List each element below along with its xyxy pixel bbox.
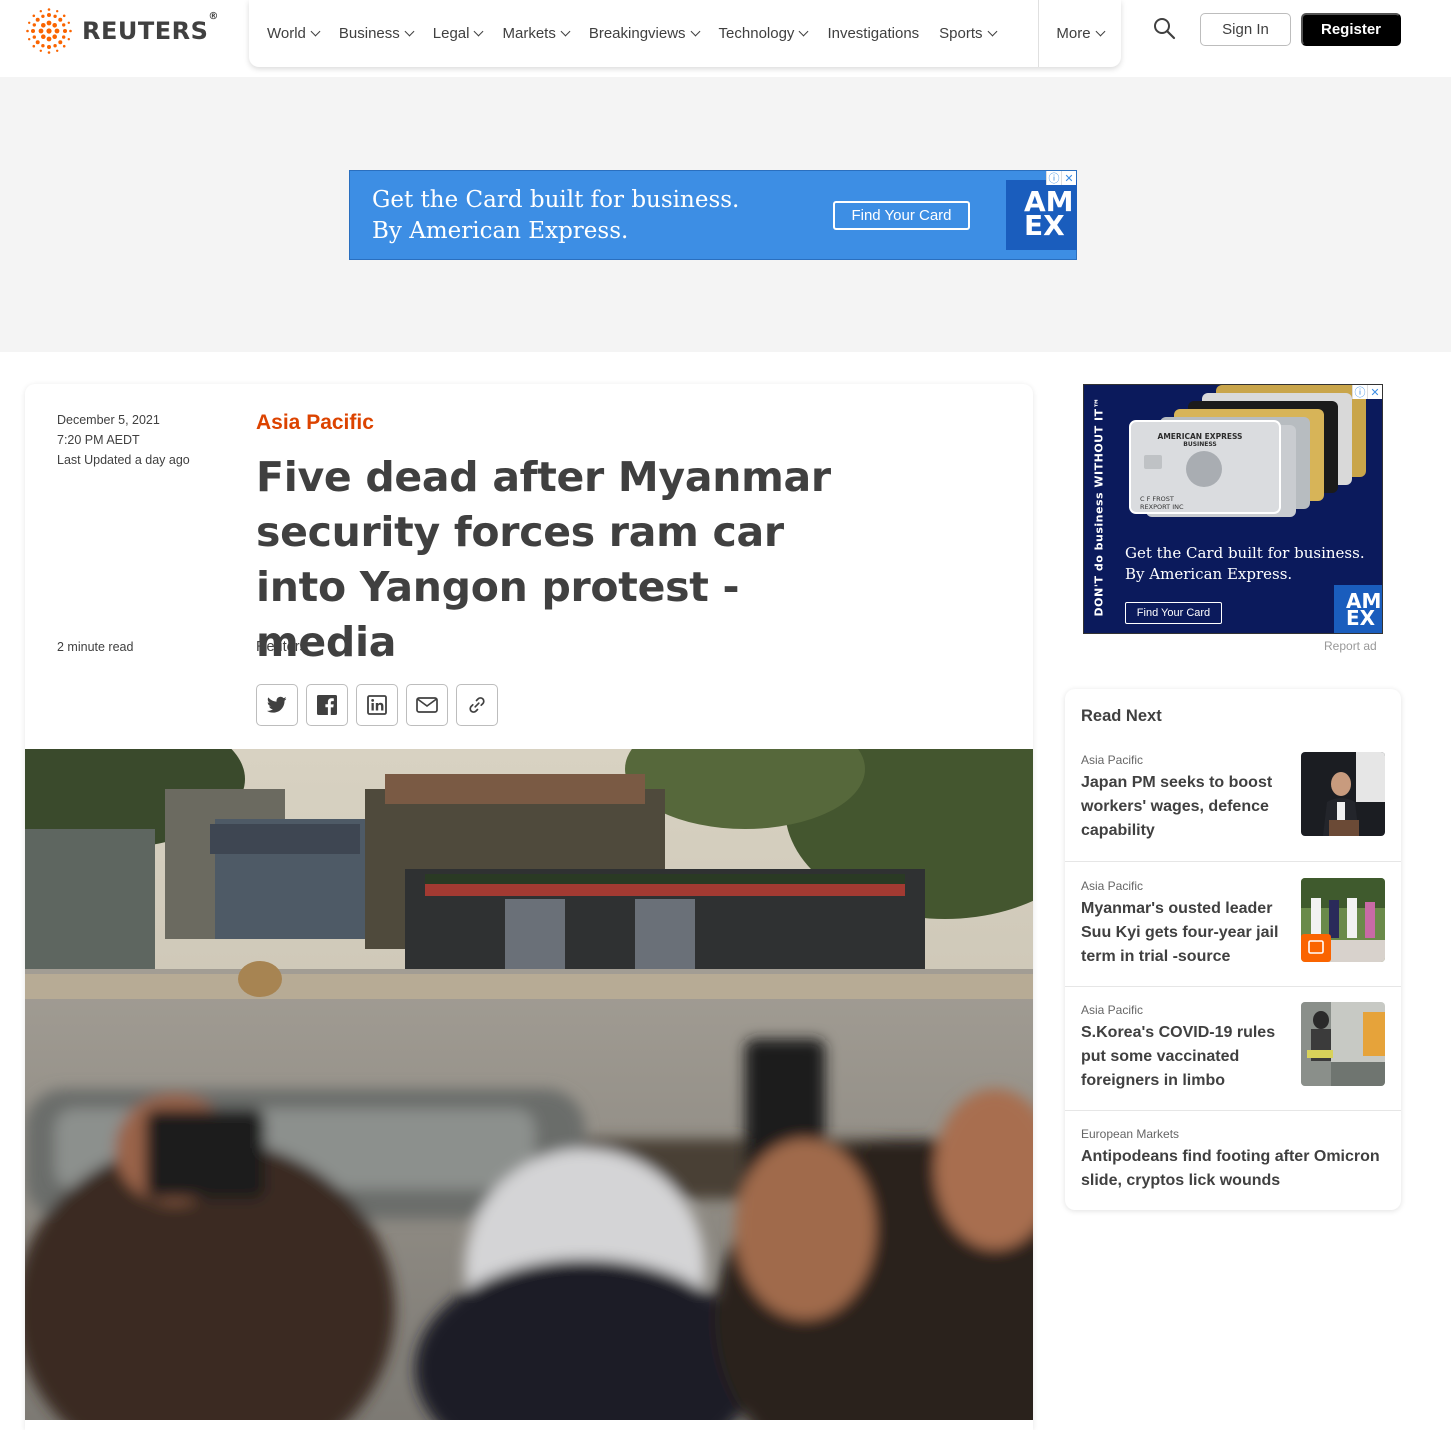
nav-item-sports[interactable]: Sports [929, 0, 1005, 67]
card-issuer: AMERICAN EXPRESS [1157, 432, 1243, 441]
read-time: 2 minute read [57, 640, 134, 654]
card-issuer-label: AMERICAN EXPRESS BUSINESS [1140, 432, 1260, 448]
nav-item-label: Legal [432, 25, 470, 42]
share-facebook-button[interactable] [306, 684, 348, 726]
side-ad-tagline: DON'T do business WITHOUT IT™ [1092, 396, 1106, 617]
list-item-category[interactable]: Asia Pacific [1081, 1003, 1143, 1017]
list-item[interactable]: Asia Pacific Japan PM seeks to boost wor… [1065, 737, 1401, 861]
share-bar [256, 684, 498, 726]
list-item[interactable]: European Markets Antipodeans find footin… [1065, 1110, 1401, 1210]
article-meta: December 5, 2021 7:20 PM AEDT Last Updat… [57, 410, 190, 470]
list-item-category[interactable]: Asia Pacific [1081, 753, 1143, 767]
article-card: December 5, 2021 7:20 PM AEDT Last Updat… [25, 384, 1033, 1430]
list-item-headline[interactable]: Japan PM seeks to boost workers' wages, … [1081, 771, 1286, 843]
chevron-down-icon [560, 26, 571, 37]
card-holder-company: REXPORT INC [1140, 503, 1184, 511]
article-updated: Last Updated a day ago [57, 453, 190, 467]
hero-photo[interactable] [25, 749, 1033, 1420]
top-ad-copy: Get the Card built for business. By Amer… [372, 185, 739, 247]
email-icon [416, 697, 438, 713]
side-ad-line1: Get the Card built for business. [1125, 544, 1365, 562]
ad-close-icon[interactable]: ✕ [1367, 385, 1382, 399]
list-item-thumbnail[interactable] [1301, 1002, 1385, 1086]
link-icon [469, 697, 485, 713]
main-nav: World Business Legal Markets Breakingviews Te… [249, 0, 1121, 67]
amex-logo: AM EX [1334, 585, 1382, 633]
linkedin-icon [367, 695, 387, 715]
nav-item-world[interactable]: World [249, 0, 329, 67]
register-button[interactable]: Register [1301, 13, 1401, 46]
nav-item-label: World [267, 25, 306, 42]
site-header: REUTERS® World Business Legal Markets Breaki… [0, 0, 1451, 77]
sign-in-button[interactable]: Sign In [1200, 13, 1291, 46]
nav-item-legal[interactable]: Legal [423, 0, 493, 67]
read-next-panel: Read Next Asia Pacific Japan PM seeks to… [1065, 689, 1401, 1210]
card-holder: C F FROST REXPORT INC [1140, 495, 1184, 511]
list-item[interactable]: Asia Pacific Myanmar's ousted leader Suu… [1065, 861, 1401, 986]
byline: Reuters [256, 639, 307, 655]
search-icon[interactable] [1152, 16, 1176, 40]
chevron-down-icon [798, 26, 809, 37]
side-ad-copy: Get the Card built for business. By Amer… [1125, 543, 1365, 585]
chevron-down-icon [404, 26, 415, 37]
nav-more-label: More [1056, 25, 1091, 42]
side-ad-line2: By American Express. [1125, 565, 1293, 583]
nav-item-label: Business [338, 25, 400, 42]
list-item[interactable]: Asia Pacific S.Korea's COVID-19 rules pu… [1065, 986, 1401, 1110]
facebook-icon [317, 695, 337, 715]
nav-more[interactable]: More [1038, 0, 1121, 67]
share-linkedin-button[interactable] [356, 684, 398, 726]
chevron-down-icon [474, 26, 484, 37]
top-ad-band: Get the Card built for business. By Amer… [0, 77, 1451, 352]
list-item-thumbnail[interactable] [1301, 878, 1385, 962]
nav-item-investigations[interactable]: Investigations [817, 0, 929, 67]
nav-item-breakingviews[interactable]: Breakingviews [579, 0, 709, 67]
copy-link-button[interactable] [456, 684, 498, 726]
brand-name: REUTERS® [82, 11, 219, 45]
card-type: BUSINESS [1183, 441, 1217, 448]
adchoices-info-icon[interactable]: ⓘ [1352, 385, 1367, 399]
twitter-icon [267, 696, 287, 713]
top-ad-line2: By American Express. [372, 218, 629, 244]
side-adchoices[interactable]: ⓘ ✕ [1352, 385, 1382, 399]
top-banner-ad[interactable]: Get the Card built for business. By Amer… [349, 170, 1077, 260]
article-headline: Five dead after Myanmar security forces … [256, 453, 831, 666]
top-ad-cta-button[interactable]: Find Your Card [833, 201, 970, 230]
ad-close-icon[interactable]: ✕ [1061, 171, 1076, 185]
nav-item-label: Markets [502, 25, 556, 42]
share-twitter-button[interactable] [256, 684, 298, 726]
reuters-dots-icon [26, 8, 72, 54]
article-section-link[interactable]: Asia Pacific [256, 411, 374, 435]
list-item-headline[interactable]: S.Korea's COVID-19 rules put some vaccin… [1081, 1021, 1286, 1093]
nav-item-label: Technology [718, 25, 795, 42]
share-email-button[interactable] [406, 684, 448, 726]
list-item-thumbnail[interactable] [1301, 752, 1385, 836]
nav-item-label: Investigations [827, 25, 920, 42]
sidebar-ad[interactable]: AMERICAN EXPRESS BUSINESS C F FROST REXP… [1083, 384, 1383, 634]
read-next-title: Read Next [1081, 707, 1162, 725]
adchoices[interactable]: ⓘ ✕ [1046, 171, 1076, 185]
list-item-category[interactable]: European Markets [1081, 1127, 1179, 1141]
chevron-down-icon [1095, 26, 1106, 37]
list-item-headline[interactable]: Myanmar's ousted leader Suu Kyi gets fou… [1081, 897, 1286, 969]
top-ad-line1: Get the Card built for business. [372, 187, 740, 213]
nav-item-business[interactable]: Business [329, 0, 423, 67]
list-item-headline[interactable]: Antipodeans find footing after Omicron s… [1081, 1145, 1387, 1193]
nav-item-markets[interactable]: Markets [492, 0, 578, 67]
nav-item-label: Breakingviews [588, 25, 686, 42]
report-ad-link[interactable]: Report ad [1324, 639, 1377, 653]
adchoices-info-icon[interactable]: ⓘ [1046, 171, 1061, 185]
nav-item-label: Sports [939, 25, 983, 42]
side-ad-cta-button[interactable]: Find Your Card [1125, 602, 1222, 624]
article-time: 7:20 PM AEDT [57, 433, 140, 447]
chevron-down-icon [310, 26, 321, 37]
list-item-category[interactable]: Asia Pacific [1081, 879, 1143, 893]
article-date: December 5, 2021 [57, 413, 160, 427]
card-holder-name: C F FROST [1140, 495, 1174, 503]
nav-item-technology[interactable]: Technology [709, 0, 818, 67]
reuters-logo[interactable]: REUTERS® [24, 8, 219, 54]
chevron-down-icon [690, 26, 700, 37]
amex-logo: AM EX [1006, 180, 1077, 250]
chevron-down-icon [987, 26, 997, 37]
